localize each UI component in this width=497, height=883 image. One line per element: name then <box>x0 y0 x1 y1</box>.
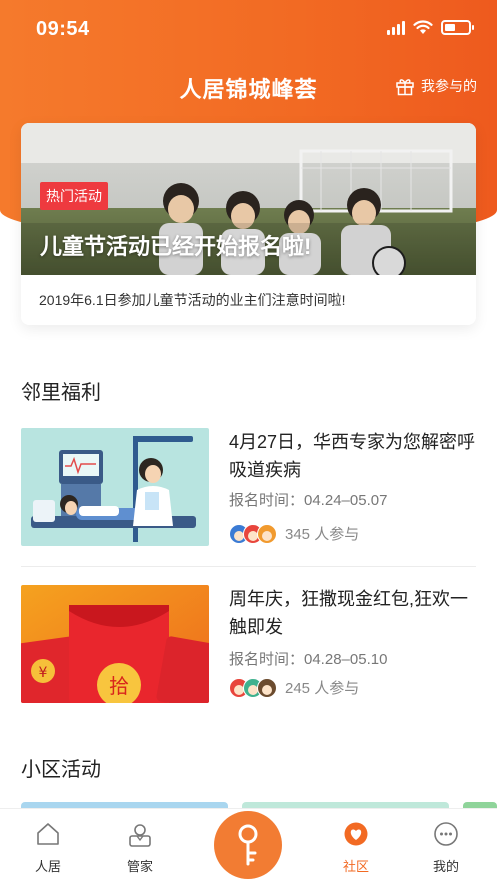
cellular-signal-icon <box>387 20 405 35</box>
list-divider <box>21 566 476 567</box>
svg-text:¥: ¥ <box>39 665 48 681</box>
tab-label: 人居 <box>34 859 61 874</box>
welfare-item-title: 4月27日，华西专家为您解密呼吸道疾病 <box>229 432 476 480</box>
welfare-item-date: 报名时间：04.24–05.07 <box>229 492 388 509</box>
home-icon <box>37 823 59 845</box>
welfare-item-date: 报名时间：04.28–05.10 <box>229 651 388 668</box>
welfare-thumbnail-doctor <box>21 428 209 546</box>
status-icons <box>387 20 474 35</box>
tab-home[interactable]: 人居 <box>18 821 78 875</box>
participant-count: 245 人参与 <box>285 680 360 697</box>
avatar <box>257 523 277 544</box>
welfare-item-red-envelope[interactable]: ¥ 拾 周年庆，狂撒现金红包,狂欢一触即发 报名时间：04.28–05.10 2… <box>21 585 476 715</box>
welfare-section-title: 邻里福利 <box>21 382 101 404</box>
tab-label: 社区 <box>342 859 369 874</box>
community-heart-icon <box>344 822 368 846</box>
banner-description: 2019年6.1日参加儿童节活动的业主们注意时间啦! <box>39 292 346 308</box>
key-icon <box>238 824 258 866</box>
participant-avatars: 245 人参与 <box>229 677 359 698</box>
gift-icon <box>396 79 414 96</box>
participant-avatars: 345 人参与 <box>229 523 359 544</box>
featured-activity-card[interactable]: 热门活动 儿童节活动已经开始报名啦! 2019年6.1日参加儿童节活动的业主们注… <box>21 123 476 325</box>
status-bar: 09:54 <box>0 0 497 60</box>
tab-profile[interactable]: 我的 <box>416 821 476 875</box>
battery-icon <box>441 20 474 35</box>
my-participation-button[interactable]: 我参与的 <box>395 76 477 96</box>
hot-activity-tag: 热门活动 <box>40 182 108 210</box>
butler-icon <box>129 824 151 847</box>
avatar <box>257 677 277 698</box>
banner-image: 热门活动 儿童节活动已经开始报名啦! <box>21 123 476 275</box>
tab-label: 管家 <box>126 859 153 874</box>
my-participation-label: 我参与的 <box>421 78 477 94</box>
key-unlock-button[interactable] <box>214 811 282 879</box>
participant-count: 345 人参与 <box>285 526 360 543</box>
banner-headline: 儿童节活动已经开始报名啦! <box>40 234 312 259</box>
tab-butler[interactable]: 管家 <box>110 821 170 875</box>
tab-label: 我的 <box>432 859 459 874</box>
welfare-item-medical[interactable]: 4月27日，华西专家为您解密呼吸道疾病 报名时间：04.24–05.07 345… <box>21 428 476 558</box>
welfare-item-title: 周年庆，狂撒现金红包,狂欢一触即发 <box>229 589 468 637</box>
profile-chat-icon <box>434 822 458 846</box>
status-time: 09:54 <box>36 18 90 40</box>
activities-section-title: 小区活动 <box>21 759 101 781</box>
svg-text:拾: 拾 <box>109 674 129 698</box>
tab-community[interactable]: 社区 <box>326 821 386 875</box>
wifi-icon <box>413 20 433 34</box>
welfare-thumbnail-red-envelope: ¥ 拾 <box>21 585 209 703</box>
